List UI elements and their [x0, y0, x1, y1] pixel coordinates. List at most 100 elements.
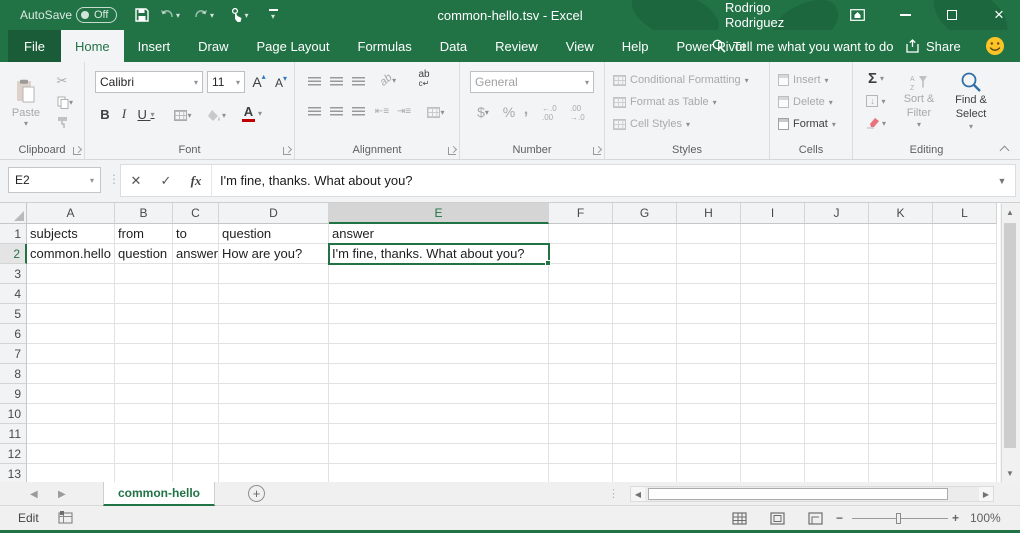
cell-A4[interactable]	[27, 284, 115, 304]
merge-center-button[interactable]: ▾	[421, 104, 451, 120]
cell-J7[interactable]	[805, 344, 869, 364]
cell-J4[interactable]	[805, 284, 869, 304]
cell-F1[interactable]	[549, 224, 613, 244]
zoom-out-button[interactable]: −	[836, 506, 843, 530]
format-painter-button[interactable]	[52, 114, 72, 130]
cell-L9[interactable]	[933, 384, 997, 404]
cell-G11[interactable]	[613, 424, 677, 444]
cell-J10[interactable]	[805, 404, 869, 424]
font-name-combo[interactable]: Calibri▾	[95, 71, 203, 93]
save-button[interactable]	[130, 0, 154, 30]
ribbon-tab-help[interactable]: Help	[608, 30, 663, 62]
cell-L4[interactable]	[933, 284, 997, 304]
cell-L7[interactable]	[933, 344, 997, 364]
cell-J1[interactable]	[805, 224, 869, 244]
font-size-combo[interactable]: 11▾	[207, 71, 245, 93]
tell-me-button[interactable]: Tell me what you want to do	[712, 30, 893, 62]
cell-B9[interactable]	[115, 384, 173, 404]
cell-F7[interactable]	[549, 344, 613, 364]
ribbon-tab-review[interactable]: Review	[481, 30, 552, 62]
page-layout-view-button[interactable]	[768, 510, 786, 526]
cell-E7[interactable]	[329, 344, 549, 364]
cell-J2[interactable]	[805, 244, 869, 264]
copy-button[interactable]: ▾	[52, 94, 78, 110]
cell-C10[interactable]	[173, 404, 219, 424]
redo-button[interactable]: ▾	[190, 0, 218, 30]
cell-H5[interactable]	[677, 304, 741, 324]
increase-font-size-button[interactable]: A▴	[249, 71, 269, 93]
sheet-bar-drag-handle[interactable]: ⋮	[608, 487, 619, 500]
cell-C13[interactable]	[173, 464, 219, 482]
cell-K2[interactable]	[869, 244, 933, 264]
alignment-dialog-launcher[interactable]	[448, 147, 456, 155]
clipboard-dialog-launcher[interactable]	[73, 147, 81, 155]
sort-filter-button[interactable]: AZ Sort & Filter ▾	[897, 70, 941, 132]
cell-E6[interactable]	[329, 324, 549, 344]
cell-L5[interactable]	[933, 304, 997, 324]
scroll-right-button[interactable]: ▶	[979, 487, 993, 501]
cell-I13[interactable]	[741, 464, 805, 482]
cell-G9[interactable]	[613, 384, 677, 404]
cell-F8[interactable]	[549, 364, 613, 384]
cut-button[interactable]: ✂	[52, 72, 72, 90]
row-header-5[interactable]: 5	[0, 304, 27, 324]
cell-G7[interactable]	[613, 344, 677, 364]
cell-D13[interactable]	[219, 464, 329, 482]
cell-A12[interactable]	[27, 444, 115, 464]
column-header-D[interactable]: D	[219, 203, 329, 224]
new-sheet-button[interactable]: +	[248, 485, 265, 502]
cell-K5[interactable]	[869, 304, 933, 324]
cell-D7[interactable]	[219, 344, 329, 364]
column-header-L[interactable]: L	[933, 203, 997, 224]
minimize-button[interactable]	[888, 0, 922, 30]
next-sheet-button[interactable]: ▶	[58, 482, 66, 506]
column-header-H[interactable]: H	[677, 203, 741, 224]
autosum-button[interactable]: Σ▾	[861, 68, 891, 88]
cell-E9[interactable]	[329, 384, 549, 404]
cell-D12[interactable]	[219, 444, 329, 464]
cell-C4[interactable]	[173, 284, 219, 304]
row-header-10[interactable]: 10	[0, 404, 27, 424]
cell-K4[interactable]	[869, 284, 933, 304]
format-button[interactable]: Format▾	[778, 113, 836, 135]
horizontal-scrollbar[interactable]: ◀ ▶	[630, 486, 994, 502]
column-header-E[interactable]: E	[329, 203, 549, 224]
undo-button[interactable]: ▾	[156, 0, 184, 30]
row-header-1[interactable]: 1	[0, 224, 27, 244]
ribbon-tab-view[interactable]: View	[552, 30, 608, 62]
row-header-8[interactable]: 8	[0, 364, 27, 384]
zoom-in-button[interactable]: +	[952, 506, 959, 530]
cell-I8[interactable]	[741, 364, 805, 384]
select-all-corner[interactable]	[0, 203, 27, 224]
column-header-G[interactable]: G	[613, 203, 677, 224]
cell-I6[interactable]	[741, 324, 805, 344]
cell-J9[interactable]	[805, 384, 869, 404]
cell-J13[interactable]	[805, 464, 869, 482]
cell-G5[interactable]	[613, 304, 677, 324]
insert-button[interactable]: Insert▾	[778, 69, 836, 91]
cell-G8[interactable]	[613, 364, 677, 384]
comma-style-button[interactable]: ,	[520, 100, 532, 120]
ribbon-tab-draw[interactable]: Draw	[184, 30, 242, 62]
cell-C7[interactable]	[173, 344, 219, 364]
column-header-I[interactable]: I	[741, 203, 805, 224]
cell-G12[interactable]	[613, 444, 677, 464]
cell-H10[interactable]	[677, 404, 741, 424]
cell-J8[interactable]	[805, 364, 869, 384]
column-header-C[interactable]: C	[173, 203, 219, 224]
bottom-align-button[interactable]	[349, 74, 367, 88]
cell-C6[interactable]	[173, 324, 219, 344]
cell-I2[interactable]	[741, 244, 805, 264]
cell-E3[interactable]	[329, 264, 549, 284]
cell-A9[interactable]	[27, 384, 115, 404]
cell-G1[interactable]	[613, 224, 677, 244]
ribbon-tab-insert[interactable]: Insert	[124, 30, 185, 62]
cell-F9[interactable]	[549, 384, 613, 404]
cell-G2[interactable]	[613, 244, 677, 264]
cell-C11[interactable]	[173, 424, 219, 444]
cell-B6[interactable]	[115, 324, 173, 344]
ribbon-tab-file[interactable]: File	[8, 30, 61, 62]
cell-D3[interactable]	[219, 264, 329, 284]
cell-H2[interactable]	[677, 244, 741, 264]
cell-I4[interactable]	[741, 284, 805, 304]
